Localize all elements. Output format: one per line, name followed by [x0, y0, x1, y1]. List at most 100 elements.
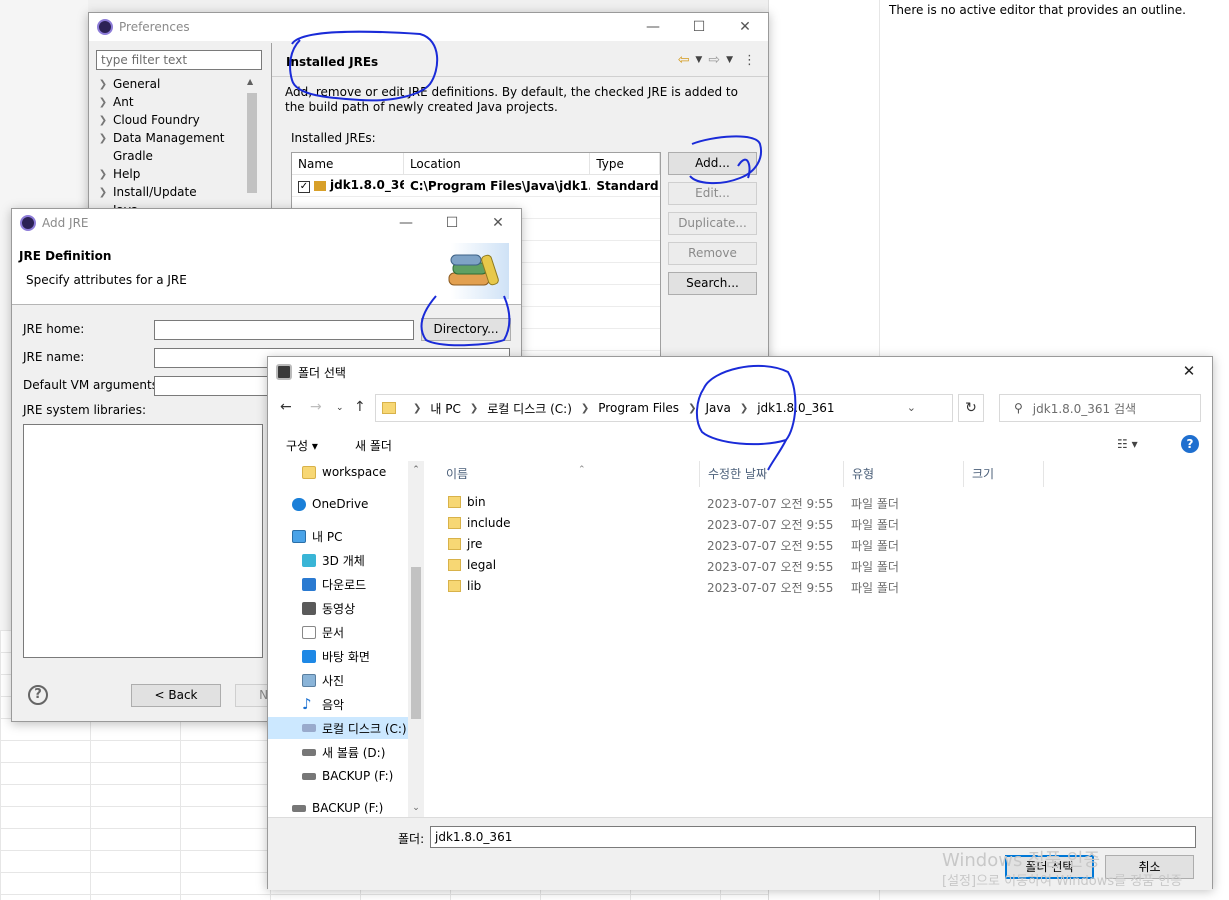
forward-dropdown-icon[interactable]: ▼ — [726, 55, 733, 65]
nav-item-workspace[interactable]: workspace — [268, 461, 408, 483]
column-name[interactable]: 이름 ⌃ — [438, 461, 700, 487]
nav-item-backup-f[interactable]: BACKUP (F:) — [268, 765, 408, 787]
scroll-up-icon[interactable]: ⌃ — [408, 465, 424, 475]
chevron-right-icon[interactable]: ❯ — [688, 403, 696, 414]
search-icon: ⚲ — [1014, 401, 1023, 415]
tree-scroll-thumb[interactable] — [247, 93, 257, 193]
column-date-modified[interactable]: 수정한 날짜 — [700, 461, 844, 487]
breadcrumb-item[interactable]: 내 PC — [430, 400, 460, 417]
jre-checkbox[interactable]: ✓ — [298, 181, 310, 193]
nav-item-downloads[interactable]: 다운로드 — [268, 573, 408, 595]
breadcrumb-item[interactable]: jdk1.8.0_361 — [757, 401, 834, 415]
scroll-up-icon[interactable]: ▲ — [247, 77, 253, 86]
nav-item-onedrive[interactable]: OneDrive — [268, 493, 408, 515]
forward-arrow-icon[interactable]: ⇨ — [708, 52, 720, 68]
chevron-right-icon[interactable]: ❯ — [581, 403, 589, 414]
tree-item-cloud-foundry[interactable]: ❯ Cloud Foundry — [96, 111, 262, 129]
file-name: jre — [467, 537, 483, 551]
filter-input[interactable]: type filter text — [96, 50, 262, 70]
menu-kebab-icon[interactable]: ⋮ — [743, 53, 756, 68]
chevron-right-icon: ❯ — [98, 186, 108, 198]
tree-item-ant[interactable]: ❯ Ant — [96, 93, 262, 111]
minimize-icon[interactable]: — — [630, 13, 676, 41]
table-row[interactable]: bin 2023-07-07 오전 9:55 파일 폴더 — [425, 492, 1214, 513]
up-arrow-icon[interactable]: ↑ — [354, 399, 366, 415]
back-arrow-icon[interactable]: ← — [280, 399, 292, 415]
new-folder-button[interactable]: 새 폴더 — [355, 437, 392, 454]
jre-location: C:\Program Files\Java\jdk1.8.0_... — [409, 178, 590, 193]
minimize-icon[interactable]: — — [383, 209, 429, 237]
table-row[interactable]: jre 2023-07-07 오전 9:55 파일 폴더 — [425, 534, 1214, 555]
nav-item-volume-d[interactable]: 새 볼륨 (D:) — [268, 741, 408, 763]
nav-item-local-disk-c[interactable]: 로컬 디스크 (C:) — [268, 717, 408, 739]
column-type[interactable]: Type — [590, 153, 660, 174]
table-row[interactable]: include 2023-07-07 오전 9:55 파일 폴더 — [425, 513, 1214, 534]
add-button[interactable]: Add... — [668, 152, 757, 175]
activation-watermark-hint: [설정]으로 이동하여 Windows를 정품 인증 — [942, 874, 1183, 889]
help-icon[interactable]: ? — [1181, 435, 1199, 453]
maximize-icon[interactable]: ☐ — [429, 209, 475, 237]
table-row[interactable]: lib 2023-07-07 오전 9:55 파일 폴더 — [425, 576, 1214, 597]
nav-item-documents[interactable]: 문서 — [268, 621, 408, 643]
file-date: 2023-07-07 오전 9:55 — [707, 497, 834, 511]
close-icon[interactable]: ✕ — [1166, 357, 1212, 385]
column-size[interactable]: 크기 — [964, 461, 1044, 487]
edit-button[interactable]: Edit... — [668, 182, 757, 205]
file-type: 파일 폴더 — [851, 560, 899, 574]
back-button[interactable]: < Back — [131, 684, 221, 707]
column-type[interactable]: 유형 — [844, 461, 964, 487]
chevron-right-icon[interactable]: ❯ — [413, 403, 421, 414]
close-icon[interactable]: ✕ — [475, 209, 521, 237]
tree-item-general[interactable]: ❯ General — [96, 75, 262, 93]
maximize-icon[interactable]: ☐ — [676, 13, 722, 41]
breadcrumb-item[interactable]: 로컬 디스크 (C:) — [487, 400, 572, 417]
navigation-scroll-thumb[interactable] — [411, 567, 421, 719]
search-input[interactable]: ⚲ jdk1.8.0_361 검색 — [999, 394, 1201, 422]
column-location[interactable]: Location — [404, 153, 591, 174]
nav-item-music[interactable]: ♪ 음악 — [268, 693, 408, 715]
tree-item-install-update[interactable]: ❯ Install/Update — [96, 183, 262, 201]
back-arrow-icon[interactable]: ⇦ — [678, 52, 690, 68]
search-button[interactable]: Search... — [668, 272, 757, 295]
breadcrumb-item[interactable]: Java — [705, 401, 730, 415]
dialog-icon — [276, 364, 292, 380]
recent-dropdown-icon[interactable]: ⌄ — [336, 403, 344, 413]
cube-icon — [302, 553, 316, 567]
nav-item-videos[interactable]: 동영상 — [268, 597, 408, 619]
remove-button[interactable]: Remove — [668, 242, 757, 265]
refresh-icon[interactable]: ↻ — [958, 394, 984, 422]
chevron-right-icon[interactable]: ❯ — [740, 403, 748, 414]
help-icon[interactable]: ? — [28, 685, 48, 705]
table-row[interactable]: legal 2023-07-07 오전 9:55 파일 폴더 — [425, 555, 1214, 576]
organize-button[interactable]: 구성 ▾ — [286, 437, 318, 454]
nav-item-this-pc[interactable]: 내 PC — [268, 525, 408, 547]
breadcrumb-item[interactable]: Program Files — [598, 401, 679, 415]
address-dropdown-icon[interactable]: ⌄ — [907, 401, 916, 414]
nav-item-3d-objects[interactable]: 3D 개체 — [268, 549, 408, 571]
navigation-scrollbar[interactable]: ⌃ ⌄ — [408, 461, 424, 817]
tree-scrollbar[interactable]: ▲ — [245, 75, 259, 215]
table-row[interactable]: ✓ jdk1.8.0_361 ... C:\Program Files\Java\… — [292, 175, 660, 197]
nav-item-backup-f-root[interactable]: BACKUP (F:) — [268, 797, 408, 817]
chevron-right-icon[interactable]: ❯ — [470, 403, 478, 414]
forward-arrow-icon[interactable]: → — [310, 399, 322, 415]
tree-item-gradle[interactable]: Gradle — [96, 147, 262, 165]
directory-button[interactable]: Directory... — [421, 318, 511, 341]
file-type: 파일 폴더 — [851, 497, 899, 511]
scroll-down-icon[interactable]: ⌄ — [408, 803, 424, 813]
drive-icon — [302, 724, 316, 732]
system-libs-list[interactable] — [23, 424, 263, 658]
download-icon — [302, 577, 316, 591]
nav-item-pictures[interactable]: 사진 — [268, 669, 408, 691]
duplicate-button[interactable]: Duplicate... — [668, 212, 757, 235]
folder-input[interactable]: jdk1.8.0_361 — [430, 826, 1196, 848]
back-dropdown-icon[interactable]: ▼ — [695, 55, 702, 65]
close-icon[interactable]: ✕ — [722, 13, 768, 41]
address-bar[interactable]: ❯ 내 PC ❯ 로컬 디스크 (C:) ❯ Program Files ❯ Java … — [375, 394, 953, 422]
tree-item-data-management[interactable]: ❯ Data Management — [96, 129, 262, 147]
jre-home-input[interactable] — [154, 320, 414, 340]
tree-item-help[interactable]: ❯ Help — [96, 165, 262, 183]
column-name[interactable]: Name — [292, 153, 404, 174]
view-options-icon[interactable]: ☷ ▾ — [1117, 437, 1138, 451]
nav-item-desktop[interactable]: 바탕 화면 — [268, 645, 408, 667]
